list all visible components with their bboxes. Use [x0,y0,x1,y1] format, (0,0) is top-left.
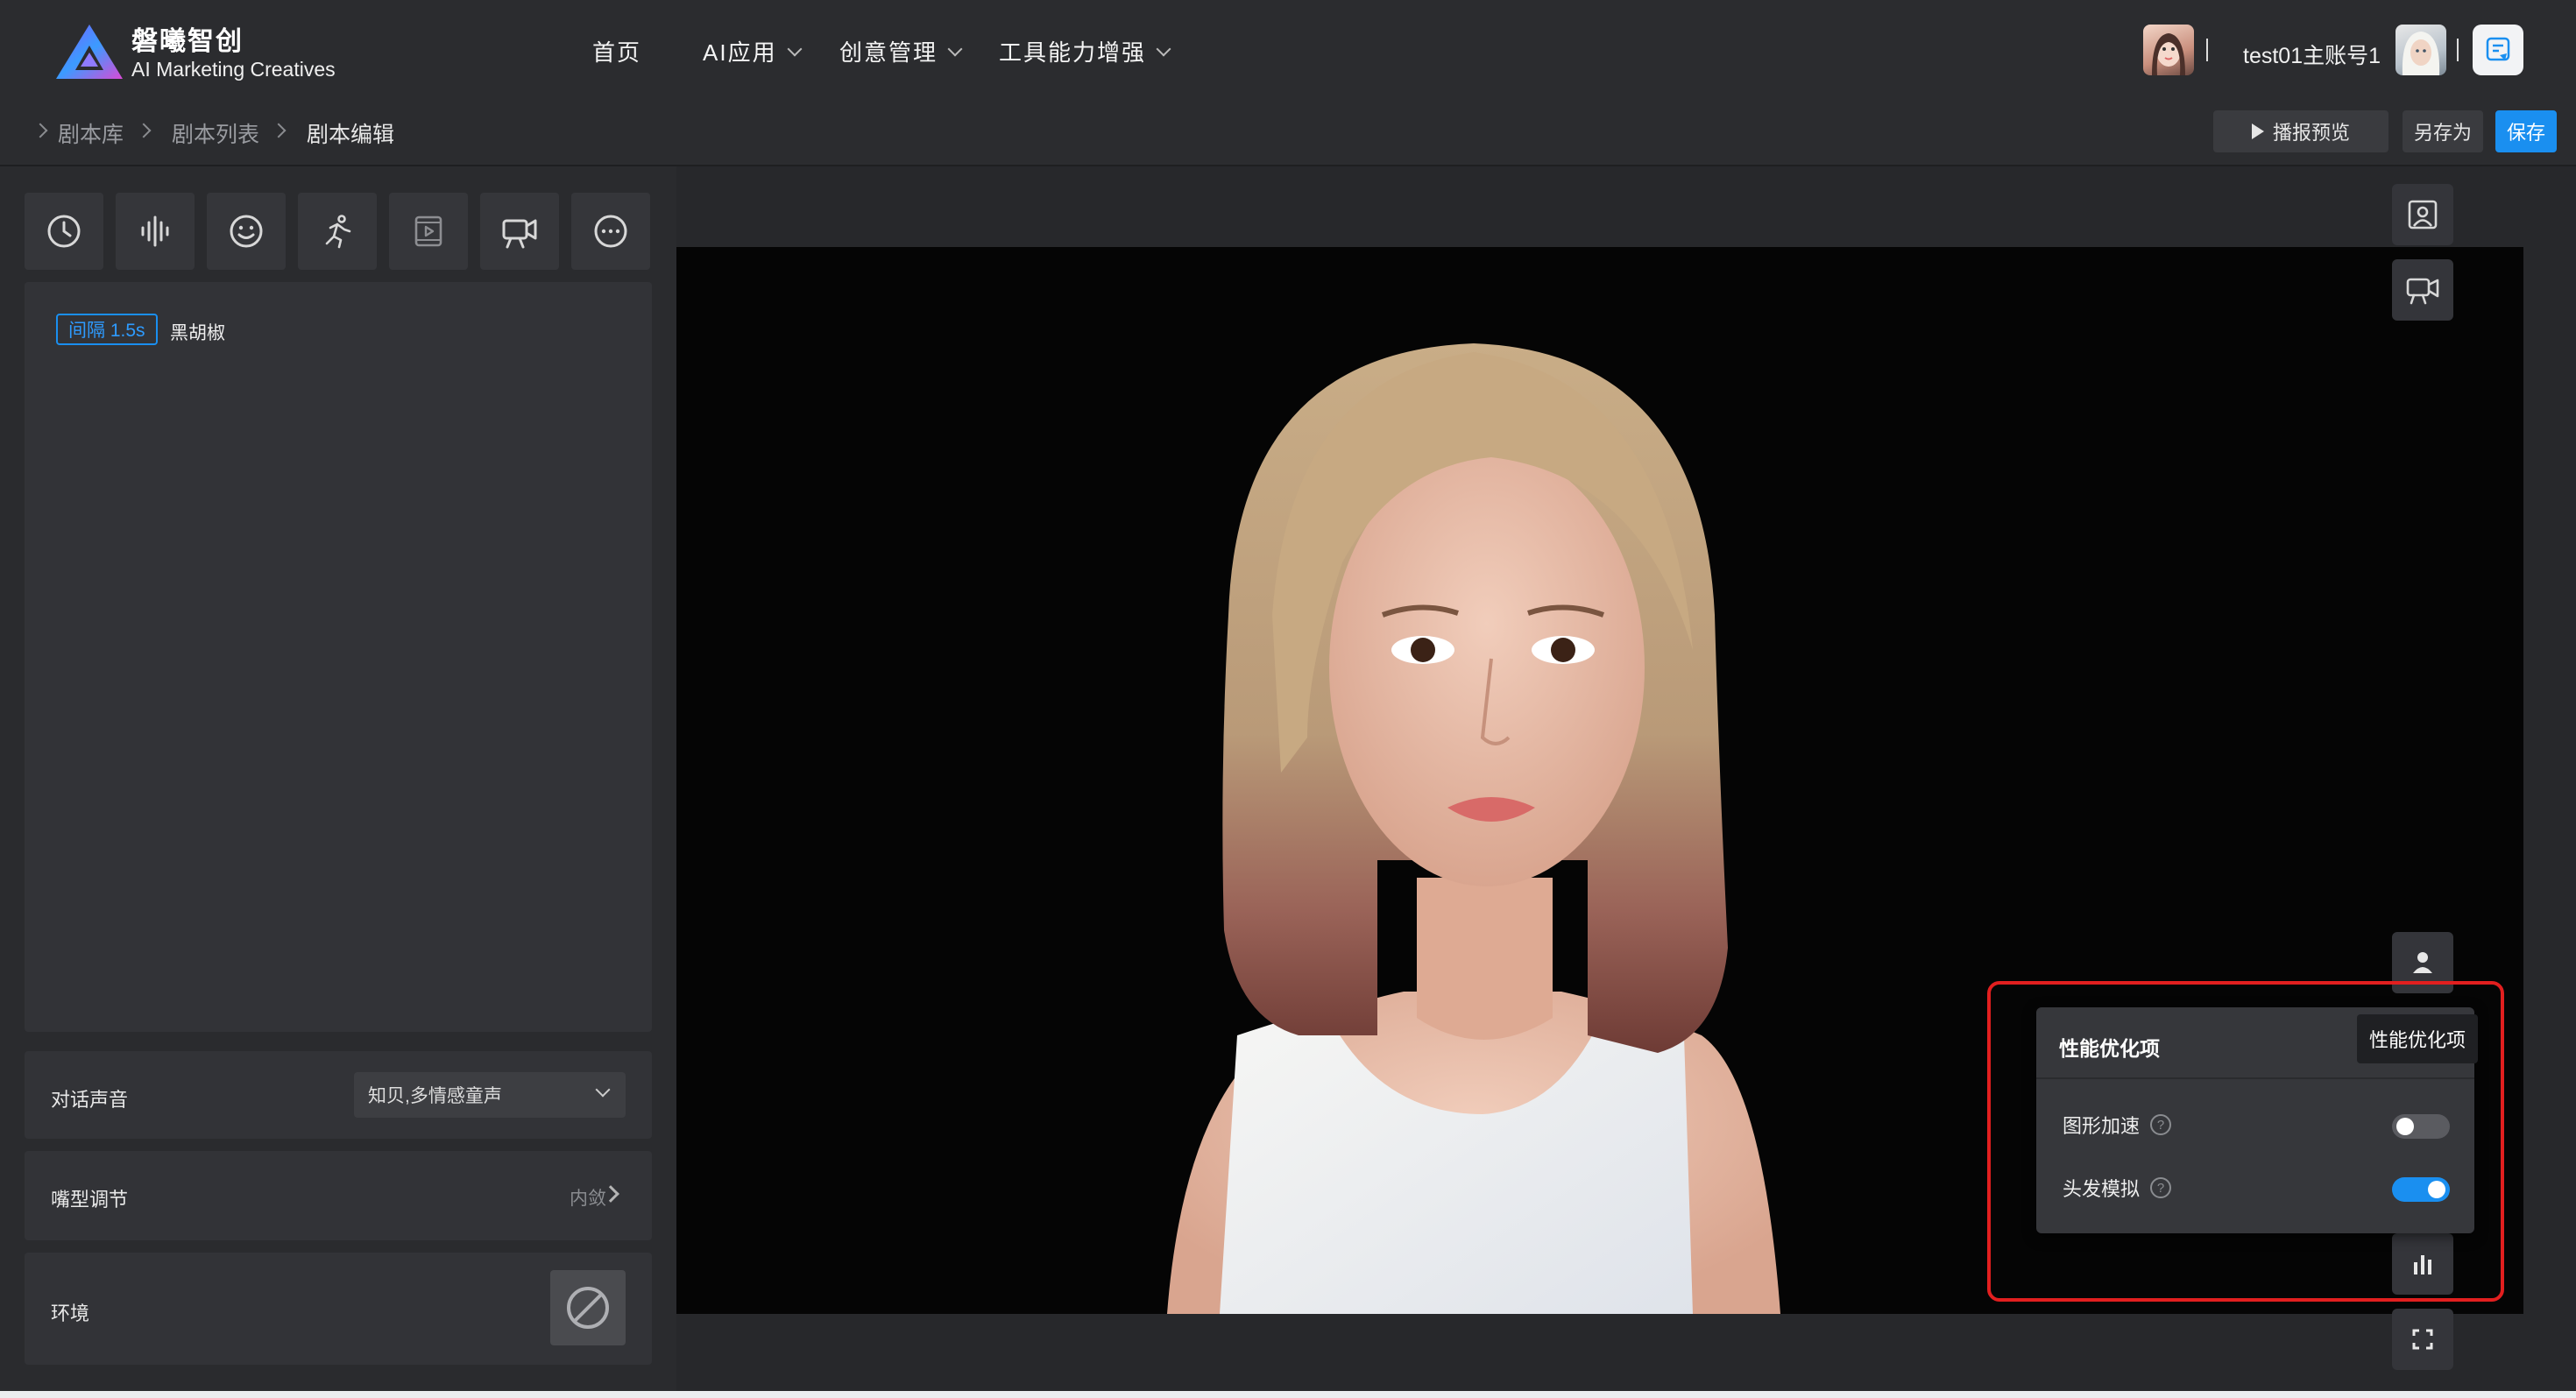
voice-select[interactable]: 知贝,多情感童声 [354,1072,626,1118]
breadcrumb-script-list[interactable]: 剧本列表 [172,117,259,149]
face-avatar-icon [2152,33,2185,75]
nav-ai-apps-label: AI应用 [703,39,777,66]
voice-label: 对话声音 [51,1089,129,1111]
mouth-label: 嘴型调节 [51,1189,129,1211]
tool-motion[interactable] [298,193,377,270]
brand-title: 磐曦智创 [131,27,244,56]
window-bottom-edge [0,1391,2576,1398]
breadcrumb-script-edit: 剧本编辑 [307,123,395,147]
tool-camera[interactable] [480,193,559,270]
account-avatar[interactable] [2396,25,2446,75]
chevron-right-icon [32,123,48,138]
more-icon [594,215,627,248]
camera-icon [502,219,537,249]
user-avatar[interactable] [2143,25,2194,75]
broadcast-preview-button[interactable]: 播报预览 [2213,110,2388,152]
chevron-down-icon [787,41,803,56]
voice-select-value: 知贝,多情感童声 [368,1086,502,1106]
app-root: 磐曦智创 AI Marketing Creatives 首页 AI应用 创意管理… [0,0,2576,1398]
nav-home-label: 首页 [592,39,642,66]
chevron-down-icon [1156,41,1171,56]
no-symbol-icon [567,1287,609,1329]
chevron-right-icon [271,123,287,138]
person-icon [2413,952,2432,973]
nav-creative-management[interactable]: 创意管理 [839,35,963,67]
nav-home[interactable]: 首页 [592,35,641,67]
chevron-right-icon [136,123,152,138]
video-play-icon [414,215,442,247]
tool-expression[interactable] [207,193,286,270]
tool-clock[interactable] [25,193,103,270]
camera-icon [2406,278,2439,305]
divider [2206,39,2208,61]
left-panel: 间隔 1.5s 黑胡椒 对话声音 知贝,多情感童声 嘴型调节 内敛 环境 [0,166,676,1398]
chevron-down-icon [595,1082,611,1098]
highlight-annotation [1987,981,2504,1302]
nav-ai-apps[interactable]: AI应用 [703,35,803,67]
script-text[interactable]: 黑胡椒 [170,319,225,345]
script-editor[interactable]: 间隔 1.5s 黑胡椒 [25,282,652,1032]
save-as-button[interactable]: 另存为 [2403,110,2483,152]
tool-video[interactable] [389,193,468,270]
interval-tag[interactable]: 间隔 1.5s [56,314,158,345]
breadcrumb-bar: 剧本库 剧本列表 剧本编辑 [0,102,2576,166]
tool-more[interactable] [571,193,650,270]
clock-icon [47,215,81,248]
message-icon [2486,37,2510,61]
message-button[interactable] [2473,25,2523,75]
running-figure-icon [325,215,351,249]
environment-setting-row: 环境 [25,1253,652,1365]
mouth-value: 内敛 [570,1189,606,1209]
save-button[interactable]: 保存 [2495,110,2557,152]
nav-tool-enhancement-label: 工具能力增强 [999,39,1147,66]
breadcrumb-script-library[interactable]: 剧本库 [58,117,124,149]
fullscreen-button[interactable] [2392,1309,2453,1370]
portrait-icon [2408,200,2438,229]
character-avatar-icon [2402,32,2440,75]
fullscreen-icon [2412,1329,2433,1350]
play-icon [2251,124,2264,139]
mouth-setting-row[interactable]: 嘴型调节 内敛 [25,1151,652,1240]
broadcast-preview-label: 播报预览 [2272,122,2350,144]
tool-voice[interactable] [116,193,195,270]
nav-creative-management-label: 创意管理 [839,39,938,66]
smiley-icon [230,215,263,248]
brand-subtitle: AI Marketing Creatives [131,58,336,81]
waveform-icon [141,215,169,247]
environment-select[interactable] [550,1270,626,1345]
chevron-down-icon [947,41,963,56]
environment-label: 环境 [51,1303,90,1324]
top-nav: 磐曦智创 AI Marketing Creatives 首页 AI应用 创意管理… [0,0,2576,102]
voice-setting-row: 对话声音 知贝,多情感童声 [25,1051,652,1139]
avatar-portrait-button[interactable] [2392,184,2453,245]
username[interactable]: test01主账号1 [2243,39,2381,70]
brand-logo-icon[interactable] [54,23,124,81]
camera-settings-button[interactable] [2392,259,2453,321]
divider [2457,39,2459,61]
nav-tool-enhancement[interactable]: 工具能力增强 [999,35,1171,67]
